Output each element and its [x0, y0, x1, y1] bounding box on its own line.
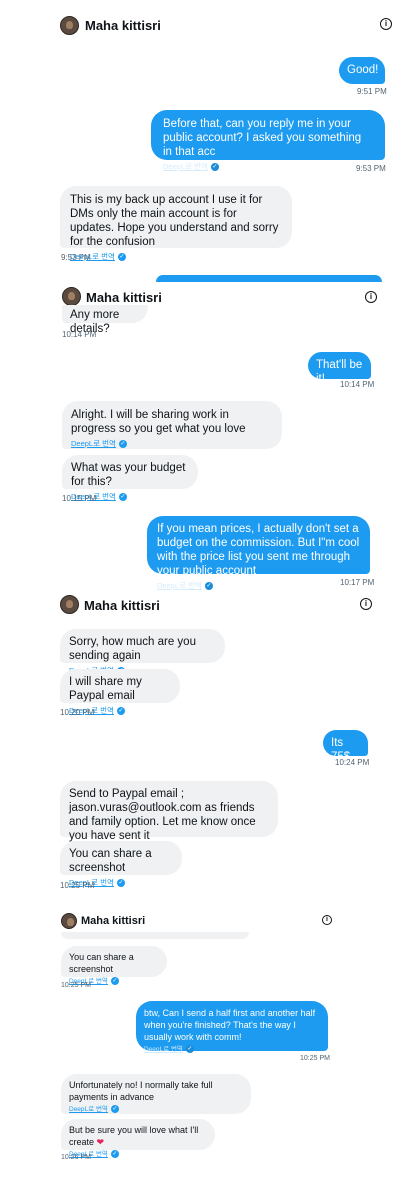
message-timestamp: 9:53 PM — [61, 253, 91, 262]
message-timestamp: 10:17 PM — [340, 578, 375, 587]
chat-screenshot-2: Maha kittisri i Any more details? 10:14 … — [0, 283, 416, 590]
message-bubble-incoming[interactable]: Any more details? — [62, 305, 148, 335]
message-bubble-outgoing[interactable]: btw, Can I send a half first and another… — [136, 1001, 328, 1054]
message-text: btw, Can I send a half first and another… — [144, 1008, 316, 1042]
message-timestamp: 10:25 PM — [300, 1055, 330, 1062]
chat-screenshot-1: Maha kittisri i Good! 9:51 PM Before tha… — [0, 0, 416, 282]
message-text: This is my back up account I use it for … — [70, 194, 279, 248]
message-bubble-incoming[interactable]: Send to Paypal email ; jason.vuras@outlo… — [60, 781, 278, 856]
message-text: I will share my Paypal email — [69, 676, 142, 702]
message-text: Alright. I will be sharing work in progr… — [71, 409, 246, 435]
message-timestamp: 10:26 PM — [61, 1154, 91, 1161]
heart-emoji-icon: ❤ — [96, 1137, 105, 1147]
message-timestamp: 9:53 PM — [356, 164, 386, 173]
translate-link[interactable]: DeepL로 번역✓ — [144, 1045, 320, 1054]
check-badge-icon: ✓ — [116, 879, 125, 888]
check-badge-icon: ✓ — [210, 163, 219, 172]
message-bubble-incoming[interactable]: You can share a screenshot DeepL로 번역 ✓ — [61, 946, 167, 986]
contact-name[interactable]: Maha kittisri — [84, 598, 160, 613]
check-badge-icon: ✓ — [118, 440, 127, 449]
translate-link[interactable]: DeepL로 번역✓ — [157, 580, 360, 590]
contact-name[interactable]: Maha kittisri — [81, 915, 145, 927]
message-timestamp: 9:51 PM — [357, 87, 387, 96]
message-text: You can share a screenshot — [69, 848, 152, 874]
check-badge-icon: ✓ — [204, 582, 213, 590]
message-text: What was your budget for this? — [71, 462, 186, 488]
translate-link[interactable]: DeepL로 번역✓ — [163, 161, 373, 172]
message-text: If you mean prices, I actually don't set… — [157, 523, 360, 577]
message-bubble-incoming[interactable]: Unfortunately no! I normally take full p… — [61, 1074, 251, 1114]
message-bubble-incoming[interactable]: Alright. I will be sharing work in progr… — [62, 401, 282, 449]
check-badge-icon: ✓ — [110, 977, 119, 986]
contact-name[interactable]: Maha kittisri — [85, 18, 161, 33]
message-text: Good! — [347, 64, 379, 76]
message-bubble-incoming[interactable]: But be sure you will love what I'll crea… — [61, 1119, 215, 1159]
check-badge-icon: ✓ — [110, 1105, 119, 1114]
conversation-header: Maha kittisri i — [0, 0, 416, 52]
message-text: Sorry, how much are you sending again — [69, 636, 196, 662]
message-bubble-outgoing-partial — [156, 275, 382, 282]
message-text: Send to Paypal email ; jason.vuras@outlo… — [69, 788, 256, 842]
check-badge-icon: ✓ — [110, 1150, 119, 1159]
message-bubble-outgoing[interactable]: Before that, can you reply me in your pu… — [151, 110, 385, 172]
check-badge-icon: ✓ — [117, 253, 126, 262]
message-timestamp: 10:14 PM — [62, 330, 97, 339]
translate-link[interactable]: DeepL로 번역✓ — [69, 1105, 243, 1114]
message-bubble-incoming[interactable]: What was your budget for this? DeepL로 번역… — [62, 455, 198, 502]
chat-screenshot-4: Maha kittisri i You can share a screensh… — [0, 906, 416, 1200]
info-circle-icon[interactable]: i — [380, 18, 392, 30]
message-timestamp: 10:15 PM — [62, 494, 97, 503]
message-bubble-outgoing[interactable]: Its 75$ — [323, 730, 368, 763]
message-bubble-incoming[interactable]: Sorry, how much are you sending again De… — [60, 629, 225, 676]
avatar[interactable] — [61, 913, 77, 929]
message-bubble-incoming[interactable]: This is my back up account I use it for … — [60, 186, 292, 262]
message-bubble-outgoing[interactable]: If you mean prices, I actually don't set… — [147, 516, 370, 590]
avatar[interactable] — [60, 16, 79, 35]
message-bubble-incoming-partial — [61, 932, 249, 939]
message-timestamp: 10:24 PM — [335, 758, 370, 767]
message-timestamp: 10:14 PM — [340, 380, 375, 389]
message-bubble-outgoing[interactable]: That'll be it! — [308, 352, 371, 385]
message-text: You can share a screenshot — [69, 952, 134, 974]
message-timestamp: 10:20 PM — [60, 708, 95, 717]
message-timestamp: 10:25 PM — [60, 881, 95, 890]
check-badge-icon: ✓ — [118, 493, 127, 502]
message-text: Unfortunately no! I normally take full p… — [69, 1080, 213, 1102]
translate-link[interactable]: DeepL로 번역✓ — [70, 251, 282, 262]
message-text: But be sure you will love what I'll crea… — [69, 1125, 199, 1147]
info-circle-icon[interactable]: i — [322, 915, 332, 925]
message-text: Before that, can you reply me in your pu… — [163, 118, 362, 158]
check-badge-icon: ✓ — [116, 707, 125, 716]
message-bubble-outgoing[interactable]: Good! — [339, 57, 385, 84]
check-badge-icon: ✓ — [185, 1045, 194, 1054]
info-circle-icon[interactable]: i — [365, 291, 377, 303]
info-circle-icon[interactable]: i — [360, 598, 372, 610]
message-bubble-incoming[interactable]: I will share my Paypal email DeepL로 번역 ✓ — [60, 669, 180, 716]
contact-name[interactable]: Maha kittisri — [86, 290, 162, 305]
chat-screenshot-3: Maha kittisri i Sorry, how much are you … — [0, 591, 416, 896]
message-bubble-incoming[interactable]: You can share a screenshot DeepL로 번역 ✓ — [60, 841, 182, 888]
avatar[interactable] — [60, 595, 79, 614]
message-timestamp: 10:25 PM — [61, 982, 91, 989]
avatar[interactable] — [62, 287, 81, 306]
translate-link[interactable]: DeepL로 번역✓ — [71, 438, 273, 449]
